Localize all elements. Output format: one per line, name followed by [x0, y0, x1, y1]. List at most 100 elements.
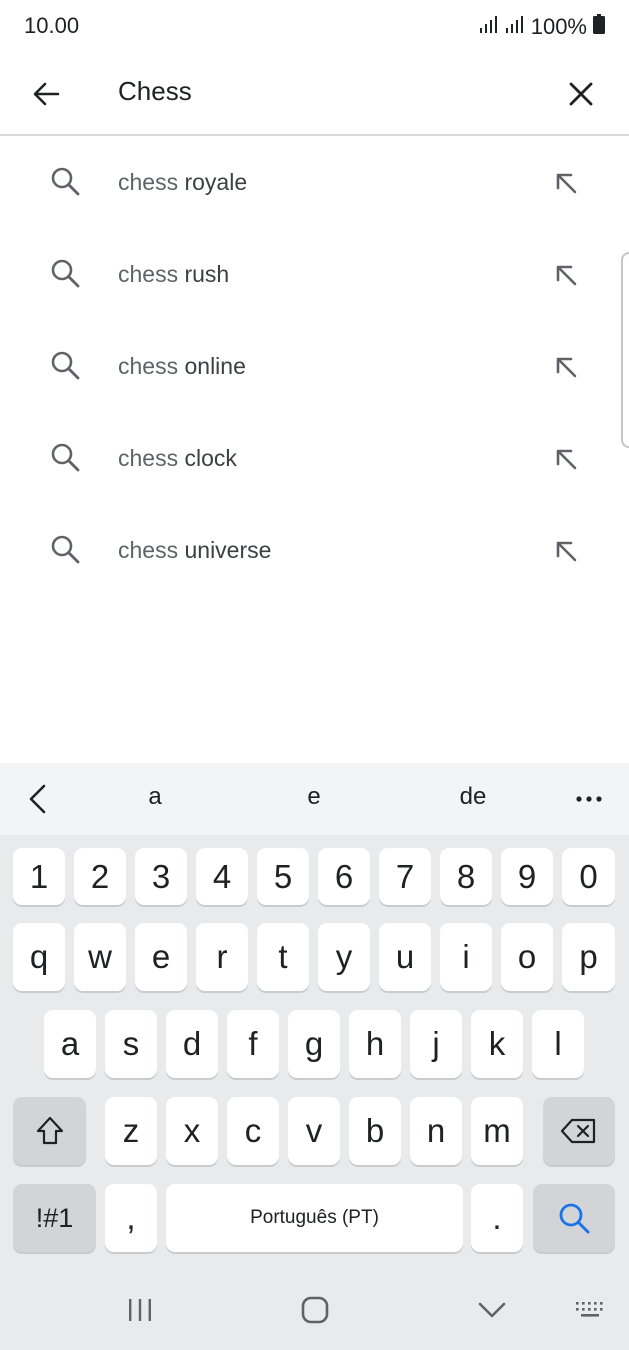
fill-query-button[interactable]: [547, 440, 585, 478]
prediction-word[interactable]: de: [433, 783, 513, 811]
key-4[interactable]: 4: [196, 848, 248, 905]
search-input[interactable]: Chess: [118, 74, 192, 108]
key-f[interactable]: f: [227, 1010, 279, 1078]
arrow-up-left-icon: [556, 173, 577, 194]
key-x[interactable]: x: [166, 1097, 218, 1165]
battery-percent: 100%: [530, 14, 587, 39]
shift-arrow-icon: [36, 1116, 63, 1145]
fill-query-button[interactable]: [547, 348, 585, 386]
key-1[interactable]: 1: [13, 848, 65, 905]
suggestion-completion: royale: [178, 169, 248, 195]
key-0[interactable]: 0: [562, 848, 615, 905]
search-icon: [48, 164, 82, 198]
arrow-up-left-icon: [556, 357, 577, 378]
status-time: 10.00: [24, 13, 80, 38]
clear-search-button[interactable]: [553, 66, 609, 122]
key-w[interactable]: w: [74, 923, 126, 991]
key-k[interactable]: k: [471, 1010, 523, 1078]
suggestion-item[interactable]: chess clock: [0, 412, 629, 504]
suggestion-prefix: chess: [118, 353, 179, 379]
key-c[interactable]: c: [227, 1097, 279, 1165]
key-u[interactable]: u: [379, 923, 431, 991]
key-a[interactable]: a: [44, 1010, 96, 1078]
key-y[interactable]: y: [318, 923, 370, 991]
key-n[interactable]: n: [410, 1097, 462, 1165]
arrow-left-icon: [33, 82, 60, 106]
key-z[interactable]: z: [105, 1097, 157, 1165]
suggestion-item[interactable]: chess online: [0, 320, 629, 412]
key-p[interactable]: p: [562, 923, 615, 991]
key-9[interactable]: 9: [501, 848, 553, 905]
key-5[interactable]: 5: [257, 848, 309, 905]
status-indicators: 100%: [479, 13, 605, 41]
key-v[interactable]: v: [288, 1097, 340, 1165]
recent-apps-button[interactable]: [115, 1285, 165, 1335]
key-r[interactable]: r: [196, 923, 248, 991]
key-2[interactable]: 2: [74, 848, 126, 905]
key-e[interactable]: e: [135, 923, 187, 991]
chevron-down-icon: [478, 1302, 506, 1318]
keyboard-switch-button[interactable]: [566, 1285, 616, 1335]
key-7[interactable]: 7: [379, 848, 431, 905]
close-icon: [569, 82, 593, 106]
suggestion-list: chess royale chess rush chess online che…: [0, 136, 629, 596]
suggestion-prefix: chess: [118, 445, 179, 471]
key-6[interactable]: 6: [318, 848, 370, 905]
key-t[interactable]: t: [257, 923, 309, 991]
play-store-search-screen: 10.00 100% Chess chess royale chess rush…: [0, 0, 629, 1350]
keyboard: a e de 1 2 3 4 5 6 7 8 9 0 q w e r t y u…: [0, 763, 629, 1350]
key-l[interactable]: l: [532, 1010, 584, 1078]
battery-icon: [593, 14, 605, 40]
arrow-up-left-icon: [556, 541, 577, 562]
chevron-left-icon: [29, 784, 46, 814]
backspace-icon: [560, 1118, 596, 1144]
key-b[interactable]: b: [349, 1097, 401, 1165]
key-j[interactable]: j: [410, 1010, 462, 1078]
prediction-collapse-button[interactable]: [16, 777, 60, 821]
shift-key[interactable]: [13, 1097, 86, 1165]
system-navigation-bar: [0, 1271, 629, 1350]
search-icon: [48, 440, 82, 474]
fill-query-button[interactable]: [547, 532, 585, 570]
key-3[interactable]: 3: [135, 848, 187, 905]
comma-key[interactable]: ,: [105, 1184, 157, 1252]
back-button[interactable]: [22, 70, 70, 118]
suggestion-item[interactable]: chess rush: [0, 228, 629, 320]
suggestion-completion: online: [178, 353, 246, 379]
home-button[interactable]: [290, 1285, 340, 1335]
suggestion-item[interactable]: chess universe: [0, 504, 629, 596]
space-bar[interactable]: Português (PT): [166, 1184, 463, 1252]
more-options-button[interactable]: [567, 777, 611, 821]
suggestion-item[interactable]: chess royale: [0, 136, 629, 228]
signal-icon: [479, 14, 499, 40]
suggestion-completion: clock: [178, 445, 237, 471]
keyboard-icon: [576, 1302, 603, 1317]
suggestion-completion: universe: [178, 537, 272, 563]
hide-keyboard-button[interactable]: [467, 1285, 517, 1335]
more-horizontal-icon: [576, 796, 602, 802]
recent-apps-icon: [129, 1299, 151, 1321]
edge-panel-handle[interactable]: [621, 252, 629, 448]
suggestion-text: chess clock: [118, 443, 237, 473]
key-i[interactable]: i: [440, 923, 492, 991]
key-8[interactable]: 8: [440, 848, 492, 905]
search-action-key[interactable]: [533, 1184, 615, 1252]
prediction-word[interactable]: a: [115, 783, 195, 811]
prediction-bar: a e de: [0, 763, 629, 835]
key-h[interactable]: h: [349, 1010, 401, 1078]
period-key[interactable]: .: [471, 1184, 523, 1252]
key-s[interactable]: s: [105, 1010, 157, 1078]
suggestion-text: chess royale: [118, 167, 247, 197]
fill-query-button[interactable]: [547, 256, 585, 294]
prediction-word[interactable]: e: [274, 783, 354, 811]
search-bar: Chess: [0, 54, 629, 136]
key-m[interactable]: m: [471, 1097, 523, 1165]
key-q[interactable]: q: [13, 923, 65, 991]
fill-query-button[interactable]: [547, 164, 585, 202]
backspace-key[interactable]: [543, 1097, 615, 1165]
search-icon: [48, 532, 82, 566]
symbols-key[interactable]: !#1: [13, 1184, 96, 1252]
key-g[interactable]: g: [288, 1010, 340, 1078]
key-o[interactable]: o: [501, 923, 553, 991]
key-d[interactable]: d: [166, 1010, 218, 1078]
